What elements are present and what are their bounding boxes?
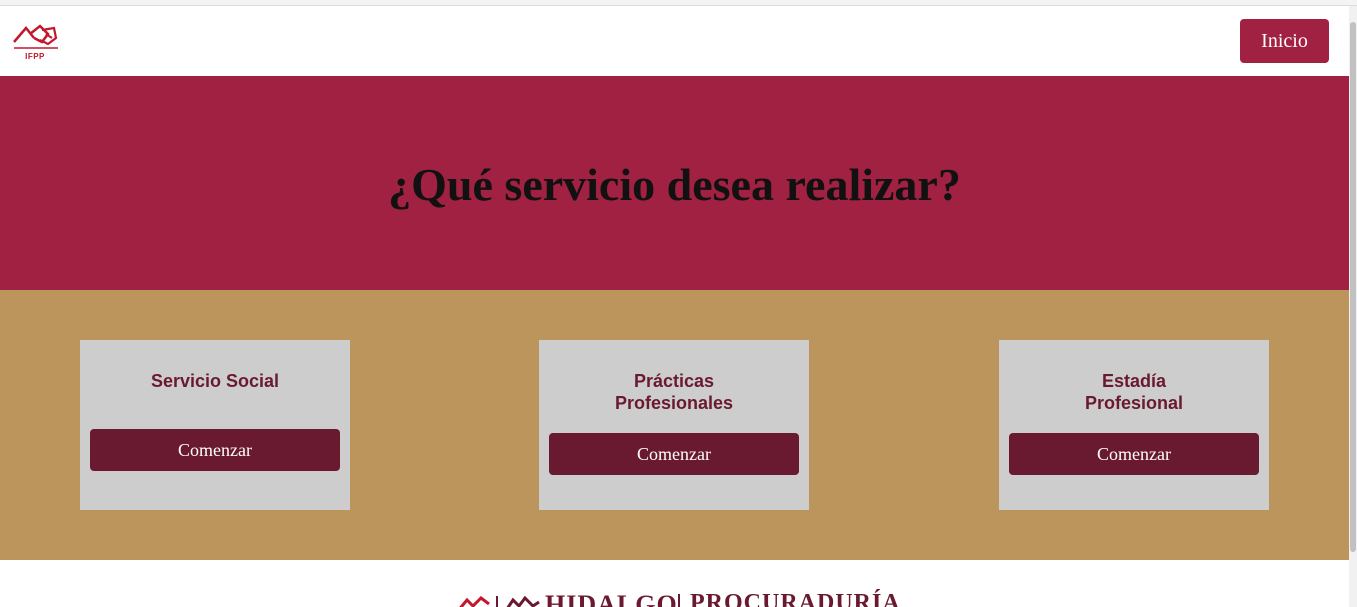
- page-title: ¿Qué servicio desea realizar?: [388, 159, 961, 210]
- inicio-button[interactable]: Inicio: [1240, 19, 1329, 63]
- comenzar-servicio-social-button[interactable]: Comenzar: [90, 429, 340, 471]
- services-section: Servicio Social Comenzar Prácticas Profe…: [0, 290, 1349, 560]
- hero-banner: ¿Qué servicio desea realizar?: [0, 76, 1349, 290]
- scrollbar[interactable]: [1349, 6, 1357, 607]
- card-title-line: Profesionales: [614, 393, 734, 413]
- card-title-line: Prácticas: [633, 371, 715, 391]
- card-title: Estadía Profesional: [999, 370, 1269, 414]
- footer-divider: [678, 594, 680, 607]
- service-card-practicas-profesionales: Prácticas Profesionales Comenzar: [539, 340, 809, 510]
- card-title-line: Profesional: [1084, 393, 1184, 413]
- footer-logos-icon: [459, 595, 540, 607]
- service-card-estadia-profesional: Estadía Profesional Comenzar: [999, 340, 1269, 510]
- card-title-line: Estadía: [1101, 371, 1167, 391]
- navbar: IFPP Inicio: [0, 6, 1349, 76]
- footer: HIDALGO PROCURADURÍA: [0, 560, 1349, 607]
- card-title-line: Servicio Social: [150, 371, 280, 391]
- footer-hidalgo-text: HIDALGO: [545, 590, 678, 607]
- service-card-servicio-social: Servicio Social Comenzar: [80, 340, 350, 510]
- card-title: Servicio Social: [80, 370, 350, 392]
- comenzar-estadia-button[interactable]: Comenzar: [1009, 433, 1259, 475]
- logo-text: IFPP: [25, 52, 45, 61]
- card-title: Prácticas Profesionales: [539, 370, 809, 414]
- ifpp-logo[interactable]: IFPP: [12, 20, 60, 66]
- footer-procuraduria-text: PROCURADURÍA: [690, 590, 901, 607]
- scrollbar-thumb[interactable]: [1350, 22, 1356, 552]
- ifpp-logo-icon: [13, 24, 58, 49]
- comenzar-practicas-button[interactable]: Comenzar: [549, 433, 799, 475]
